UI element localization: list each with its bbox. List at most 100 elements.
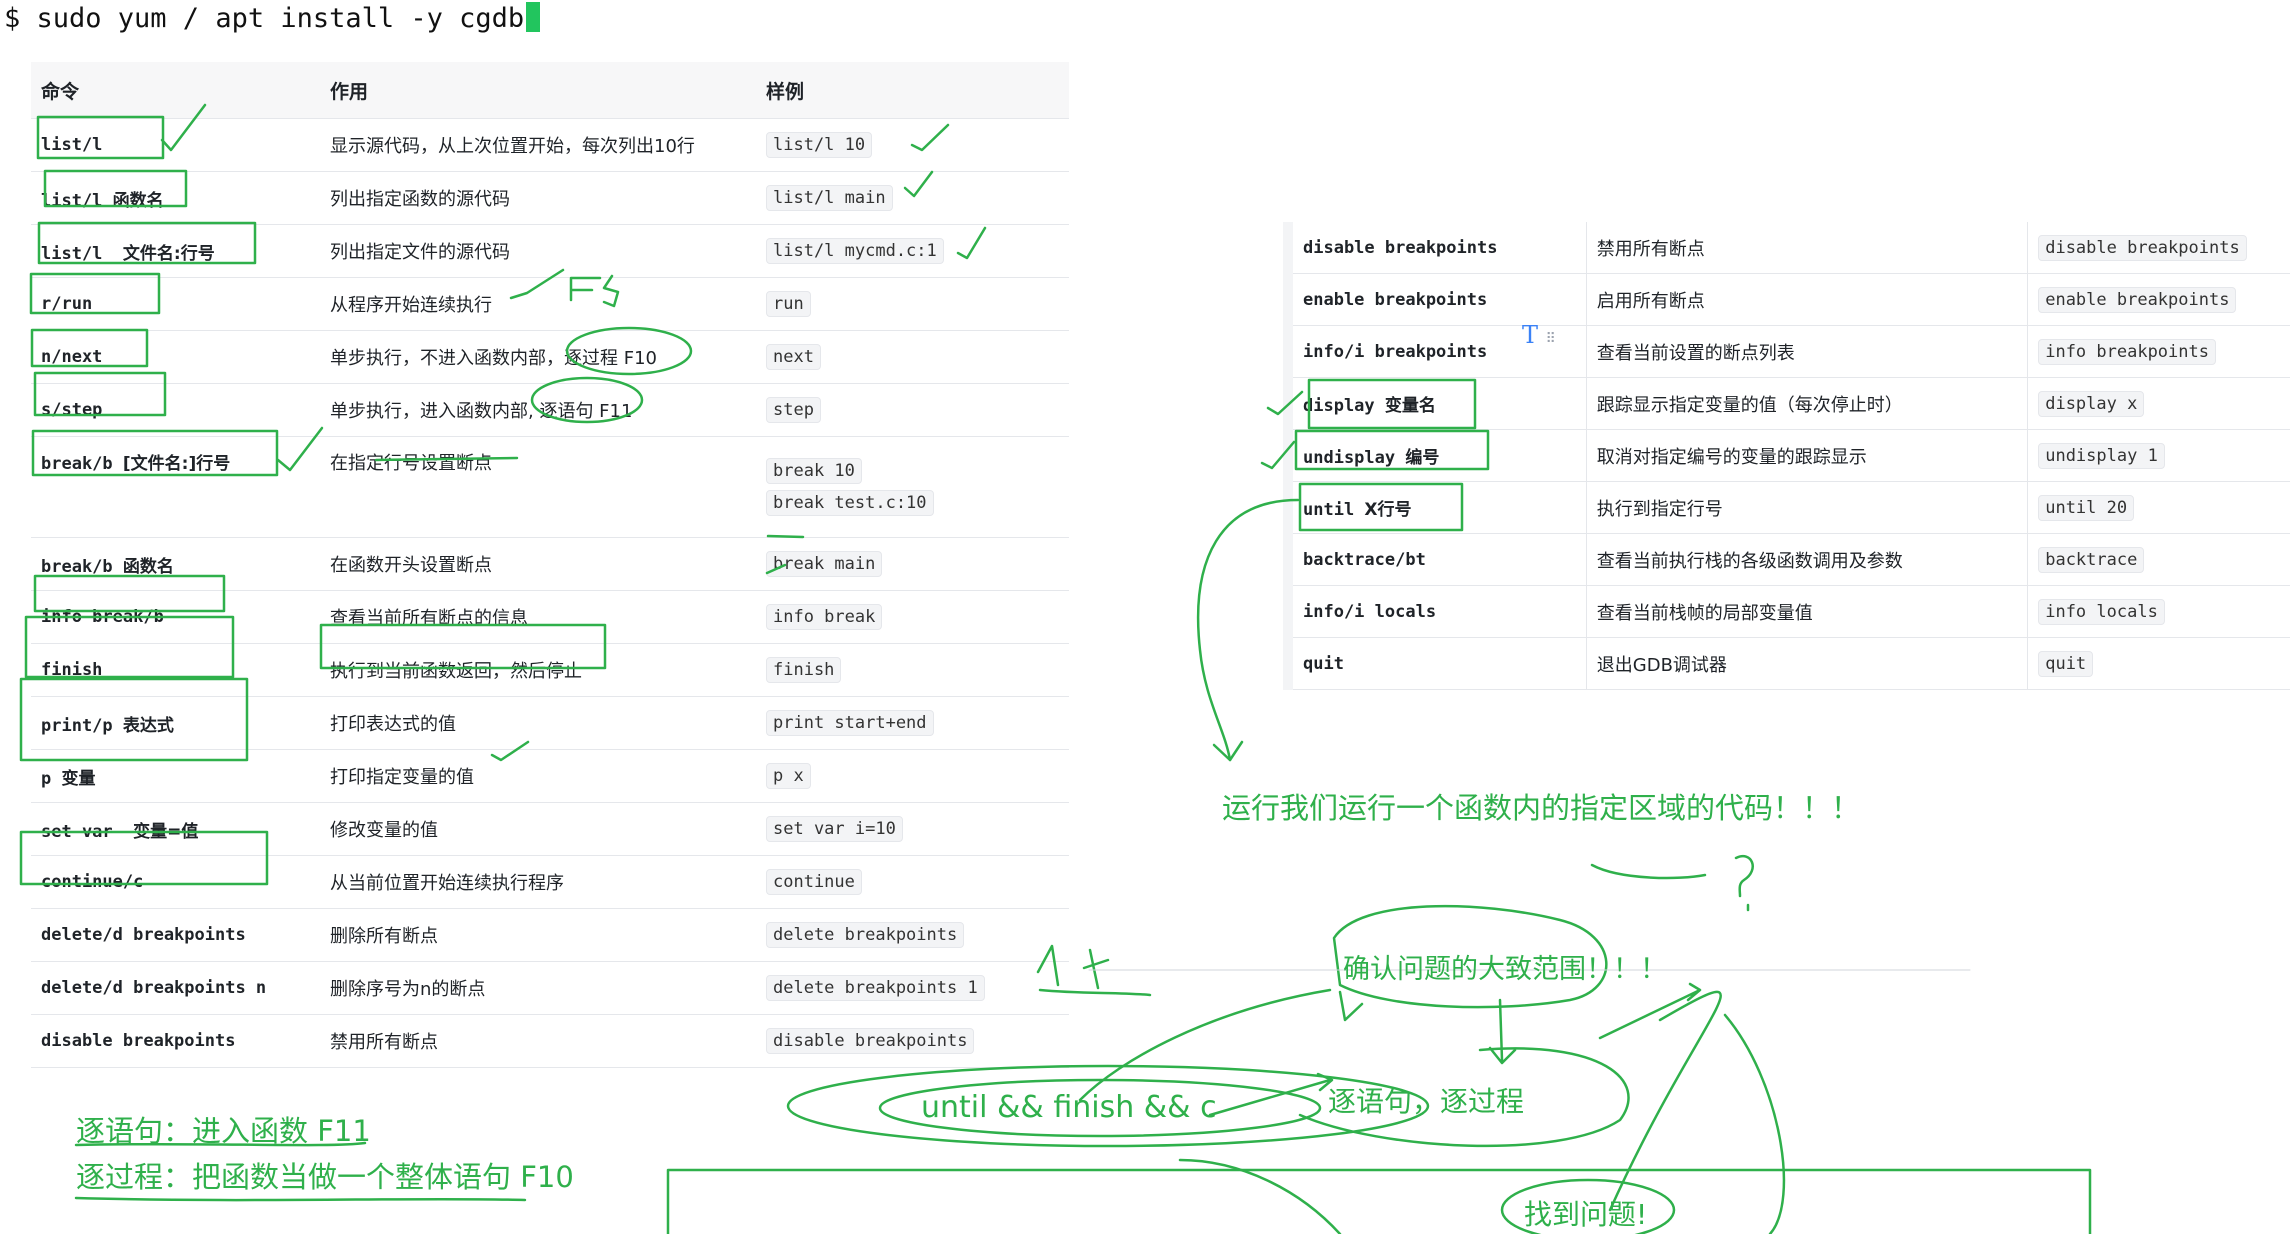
example-cell: quit bbox=[2027, 637, 2290, 690]
example-code: step bbox=[766, 397, 821, 423]
note-run-region: 运行我们运行一个函数内的指定区域的代码！！！ bbox=[1222, 791, 1861, 825]
command-text: list/l bbox=[41, 135, 103, 155]
command-argument: 文件名:行号 bbox=[122, 243, 215, 264]
note-step-over: 逐语句，逐过程 bbox=[1328, 1085, 1525, 1118]
command-text: p bbox=[41, 768, 62, 789]
example-cell: set var i=10 bbox=[756, 802, 1069, 856]
description-cell: 从程序开始连续执行 bbox=[320, 277, 756, 331]
text-format-icon[interactable]: T ⠿ bbox=[1522, 320, 1566, 350]
terminal-cursor bbox=[526, 2, 541, 32]
description-cell: 打印指定变量的值 bbox=[320, 749, 756, 803]
command-cell: n/next bbox=[31, 330, 320, 384]
table-row: break/b 函数名 在函数开头设置断点 break main bbox=[31, 537, 1069, 591]
description-cell: 从当前位置开始连续执行程序 bbox=[320, 855, 756, 909]
table-row: quit 退出GDB调试器 quit bbox=[1282, 637, 2290, 690]
example-code: quit bbox=[2038, 650, 2094, 677]
text-format-glyph: T bbox=[1522, 321, 1539, 349]
example-code: break 10 bbox=[766, 458, 862, 484]
example-cell: list/l 10 bbox=[756, 118, 1069, 172]
description-cell: 在函数开头设置断点 bbox=[320, 537, 756, 591]
command-cell: continue/c bbox=[31, 855, 320, 909]
example-code: delete breakpoints 1 bbox=[766, 975, 985, 1001]
table-row: continue/c 从当前位置开始连续执行程序 continue bbox=[31, 855, 1069, 909]
command-argument: X行号 bbox=[1364, 500, 1412, 520]
command-text: continue/c bbox=[41, 872, 144, 892]
command-text: n/next bbox=[41, 347, 103, 367]
example-code: until 20 bbox=[2038, 494, 2135, 521]
table-row: enable breakpoints 启用所有断点 enable breakpoin… bbox=[1282, 273, 2290, 326]
command-argument: 函数名 bbox=[122, 556, 174, 577]
example-cell: display x bbox=[2027, 377, 2290, 430]
description-cell: 查看当前设置的断点列表 bbox=[1585, 325, 2029, 378]
table-row: finish 执行到当前函数返回，然后停止 finish bbox=[31, 643, 1069, 697]
header-example: 样例 bbox=[756, 62, 1069, 119]
table-row: info/i breakpoints 查看当前设置的断点列表 info breakp… bbox=[1282, 325, 2290, 378]
table-body-left: list/l 显示源代码，从上次位置开始，每次列出10行 list/l 10 list… bbox=[31, 118, 1069, 1068]
command-cell: display 变量名 bbox=[1282, 377, 1587, 430]
example-code: break test.c:10 bbox=[766, 490, 934, 516]
description-cell: 禁用所有断点 bbox=[1585, 222, 2029, 274]
table-row: info/i locals 查看当前栈帧的局部变量值 info locals bbox=[1282, 585, 2290, 638]
example-code: undisplay 1 bbox=[2038, 442, 2165, 469]
table-row: info break/b 查看当前所有断点的信息 info break bbox=[31, 590, 1069, 644]
example-cell: delete breakpoints bbox=[756, 908, 1069, 962]
table-row: disable breakpoints 禁用所有断点 disable breakpo… bbox=[1282, 222, 2290, 274]
example-cell: print start+end bbox=[756, 696, 1069, 750]
command-text: s/step bbox=[41, 400, 103, 420]
table-row: backtrace/bt 查看当前执行栈的各级函数调用及参数 backtrace bbox=[1282, 533, 2290, 586]
description-cell: 列出指定函数的源代码 bbox=[320, 171, 756, 225]
example-cell: continue bbox=[756, 855, 1069, 909]
drag-handle-icon[interactable]: ⠿ bbox=[1546, 331, 1556, 347]
command-cell: until X行号 bbox=[1282, 481, 1587, 534]
description-cell: 在指定行号设置断点 bbox=[320, 436, 756, 538]
table-row: r/run 从程序开始连续执行 run bbox=[31, 277, 1069, 331]
description-cell: 查看当前执行栈的各级函数调用及参数 bbox=[1585, 533, 2029, 586]
command-text: delete/d breakpoints bbox=[41, 925, 246, 945]
command-text: list/l bbox=[41, 190, 113, 211]
example-cell: enable breakpoints bbox=[2027, 273, 2290, 326]
description-cell: 禁用所有断点 bbox=[320, 1014, 756, 1068]
example-code: backtrace bbox=[2038, 546, 2145, 573]
command-cell: list/l bbox=[31, 118, 320, 172]
command-argument: 变量=值 bbox=[133, 821, 199, 842]
example-cell: until 20 bbox=[2027, 481, 2290, 534]
description-cell: 跟踪显示指定变量的值（每次停止时） bbox=[1585, 377, 2029, 430]
command-text: display bbox=[1303, 396, 1385, 416]
header-purpose: 作用 bbox=[320, 62, 756, 119]
gdb-command-table-right: disable breakpoints 禁用所有断点 disable breakpo… bbox=[1282, 222, 2290, 690]
example-cell: next bbox=[756, 330, 1069, 384]
example-cell: delete breakpoints 1 bbox=[756, 961, 1069, 1015]
command-cell: undisplay 编号 bbox=[1282, 429, 1587, 482]
example-code: disable breakpoints bbox=[766, 1028, 975, 1054]
description-cell: 删除所有断点 bbox=[320, 908, 756, 962]
example-code: finish bbox=[766, 657, 842, 683]
command-cell: r/run bbox=[31, 277, 320, 331]
command-text: print/p bbox=[41, 715, 123, 736]
command-text: undisplay bbox=[1303, 448, 1406, 468]
command-text: info/i breakpoints bbox=[1303, 341, 1488, 362]
example-cell: run bbox=[756, 277, 1069, 331]
example-code: enable breakpoints bbox=[2038, 286, 2237, 313]
note-until-finish-chain: until && finish && c bbox=[921, 1090, 1217, 1125]
table-row: delete/d breakpoints n 删除序号为n的断点 delete br… bbox=[31, 961, 1069, 1015]
command-cell: list/l 函数名 bbox=[31, 171, 320, 225]
description-cell: 执行到当前函数返回，然后停止 bbox=[320, 643, 756, 697]
command-text: enable breakpoints bbox=[1303, 289, 1488, 310]
example-cell: p x bbox=[756, 749, 1069, 803]
command-cell: delete/d breakpoints bbox=[31, 908, 320, 962]
table-row: display 变量名 跟踪显示指定变量的值（每次停止时） display x bbox=[1282, 377, 2290, 430]
example-cell: step bbox=[756, 383, 1069, 437]
example-cell: info locals bbox=[2027, 585, 2290, 638]
example-cell: disable breakpoints bbox=[756, 1014, 1069, 1068]
command-cell: print/p 表达式 bbox=[31, 696, 320, 750]
command-text: delete/d breakpoints n bbox=[41, 978, 267, 998]
command-text: disable breakpoints bbox=[1303, 237, 1498, 258]
command-cell: set var 变量=值 bbox=[31, 802, 320, 856]
header-command: 命令 bbox=[31, 62, 320, 119]
table-body-right: disable breakpoints 禁用所有断点 disable breakpo… bbox=[1282, 222, 2290, 690]
example-code: p x bbox=[766, 763, 811, 789]
example-cell: break 10 break test.c:10 bbox=[756, 436, 1069, 538]
command-text: backtrace/bt bbox=[1303, 549, 1426, 570]
command-text: disable breakpoints bbox=[41, 1031, 236, 1051]
command-text: until bbox=[1303, 500, 1365, 520]
